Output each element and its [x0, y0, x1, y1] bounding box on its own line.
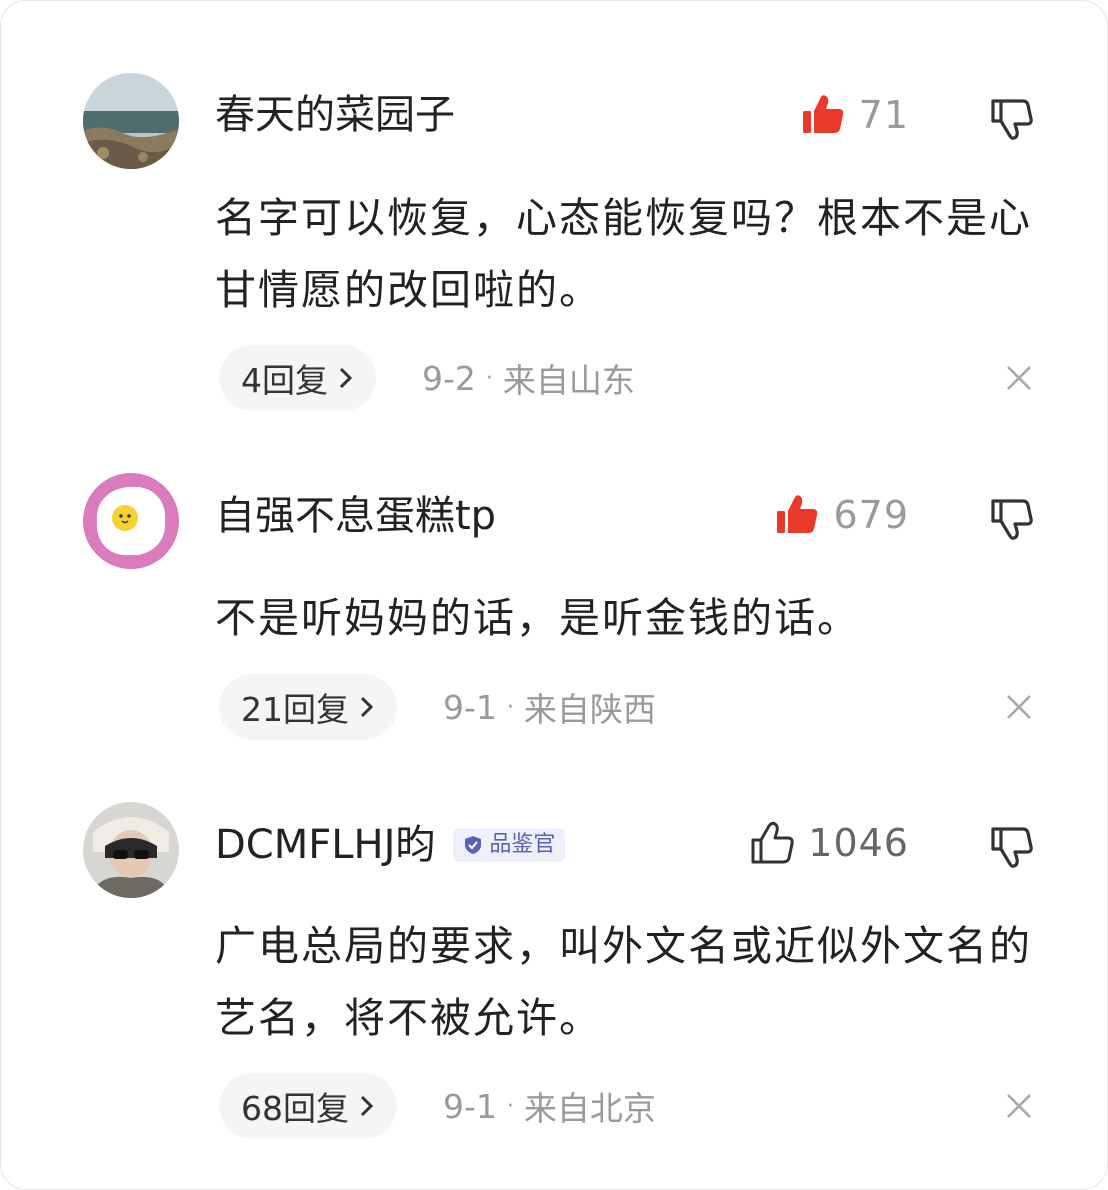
like-button[interactable]: 679	[775, 491, 909, 539]
avatar[interactable]	[83, 73, 179, 169]
thumbs-down-outline-icon	[991, 499, 1033, 540]
meta-separator: ·	[506, 1093, 514, 1119]
username[interactable]: 春天的菜园子	[215, 91, 455, 139]
close-icon	[1007, 366, 1031, 390]
username[interactable]: 自强不息蛋糕tp	[215, 492, 496, 540]
dislike-button[interactable]	[987, 821, 1035, 869]
chevron-right-icon	[360, 696, 374, 718]
role-badge-label: 品鉴官	[489, 832, 556, 857]
shield-check-icon	[465, 836, 482, 854]
comment-meta: 9-1 · 来自北京	[443, 1082, 656, 1130]
comment-date: 9-1	[443, 1086, 497, 1126]
role-badge: 品鉴官	[453, 828, 566, 862]
replies-count: 21回复	[241, 690, 349, 729]
avatar[interactable]	[83, 802, 179, 898]
comment-list: 春天的菜园子 71 名字可以恢复，心态能恢复吗？根本不是心甘情愿的改回啦的。 4…	[0, 0, 1108, 1190]
comment-date: 9-2	[422, 358, 476, 398]
thumbs-down-outline-icon	[991, 827, 1033, 868]
comment-location: 来自陕西	[523, 690, 656, 729]
comment-footer: 4回复 9-2 · 来自山东	[219, 345, 635, 411]
like-button[interactable]: 71	[801, 91, 909, 139]
thumbs-up-filled-icon	[802, 95, 843, 133]
dislike-button[interactable]	[987, 93, 1035, 141]
like-button[interactable]: 1046	[750, 819, 909, 867]
close-button[interactable]	[1004, 363, 1034, 393]
like-count: 1046	[808, 821, 909, 865]
thumbs-up-filled-icon	[777, 495, 818, 533]
chevron-right-icon	[360, 1095, 374, 1117]
fried-egg-avatar-icon	[83, 473, 179, 569]
replies-count: 68回复	[241, 1089, 349, 1128]
replies-count: 4回复	[241, 361, 328, 400]
sea-landscape-avatar-icon	[83, 73, 179, 169]
comment-footer: 21回复 9-1 · 来自陕西	[219, 674, 656, 740]
comment-footer: 68回复 9-1 · 来自北京	[219, 1073, 656, 1139]
person-sunglasses-avatar-icon	[83, 802, 179, 898]
replies-button[interactable]: 21回复	[219, 674, 397, 740]
close-icon	[1007, 1094, 1031, 1118]
dislike-button[interactable]	[987, 493, 1035, 541]
comment-date: 9-1	[443, 687, 497, 727]
username[interactable]: DCMFLHJ昀 品鉴官	[215, 821, 566, 869]
username-text: DCMFLHJ昀	[215, 822, 436, 868]
thumbs-down-outline-icon	[991, 99, 1033, 140]
meta-separator: ·	[485, 365, 493, 391]
close-button[interactable]	[1004, 692, 1034, 722]
close-icon	[1007, 695, 1031, 719]
replies-button[interactable]: 4回复	[219, 345, 376, 411]
meta-separator: ·	[506, 694, 514, 720]
close-button[interactable]	[1004, 1091, 1034, 1121]
like-count: 71	[858, 93, 909, 137]
comment-location: 来自北京	[523, 1089, 656, 1128]
comment-meta: 9-2 · 来自山东	[422, 354, 635, 402]
chevron-right-icon	[339, 367, 353, 389]
comment-text: 不是听妈妈的话，是听金钱的话。	[215, 594, 860, 642]
comment-text: 广电总局的要求，叫外文名或近似外文名的艺名，将不被允许。	[215, 922, 1032, 1042]
avatar[interactable]	[83, 473, 179, 569]
comment-meta: 9-1 · 来自陕西	[443, 683, 656, 731]
comment-location: 来自山东	[502, 361, 635, 400]
replies-button[interactable]: 68回复	[219, 1073, 397, 1139]
thumbs-up-outline-icon	[751, 821, 794, 864]
comment-text: 名字可以恢复，心态能恢复吗？根本不是心甘情愿的改回啦的。	[215, 194, 1032, 314]
like-count: 679	[833, 493, 909, 537]
